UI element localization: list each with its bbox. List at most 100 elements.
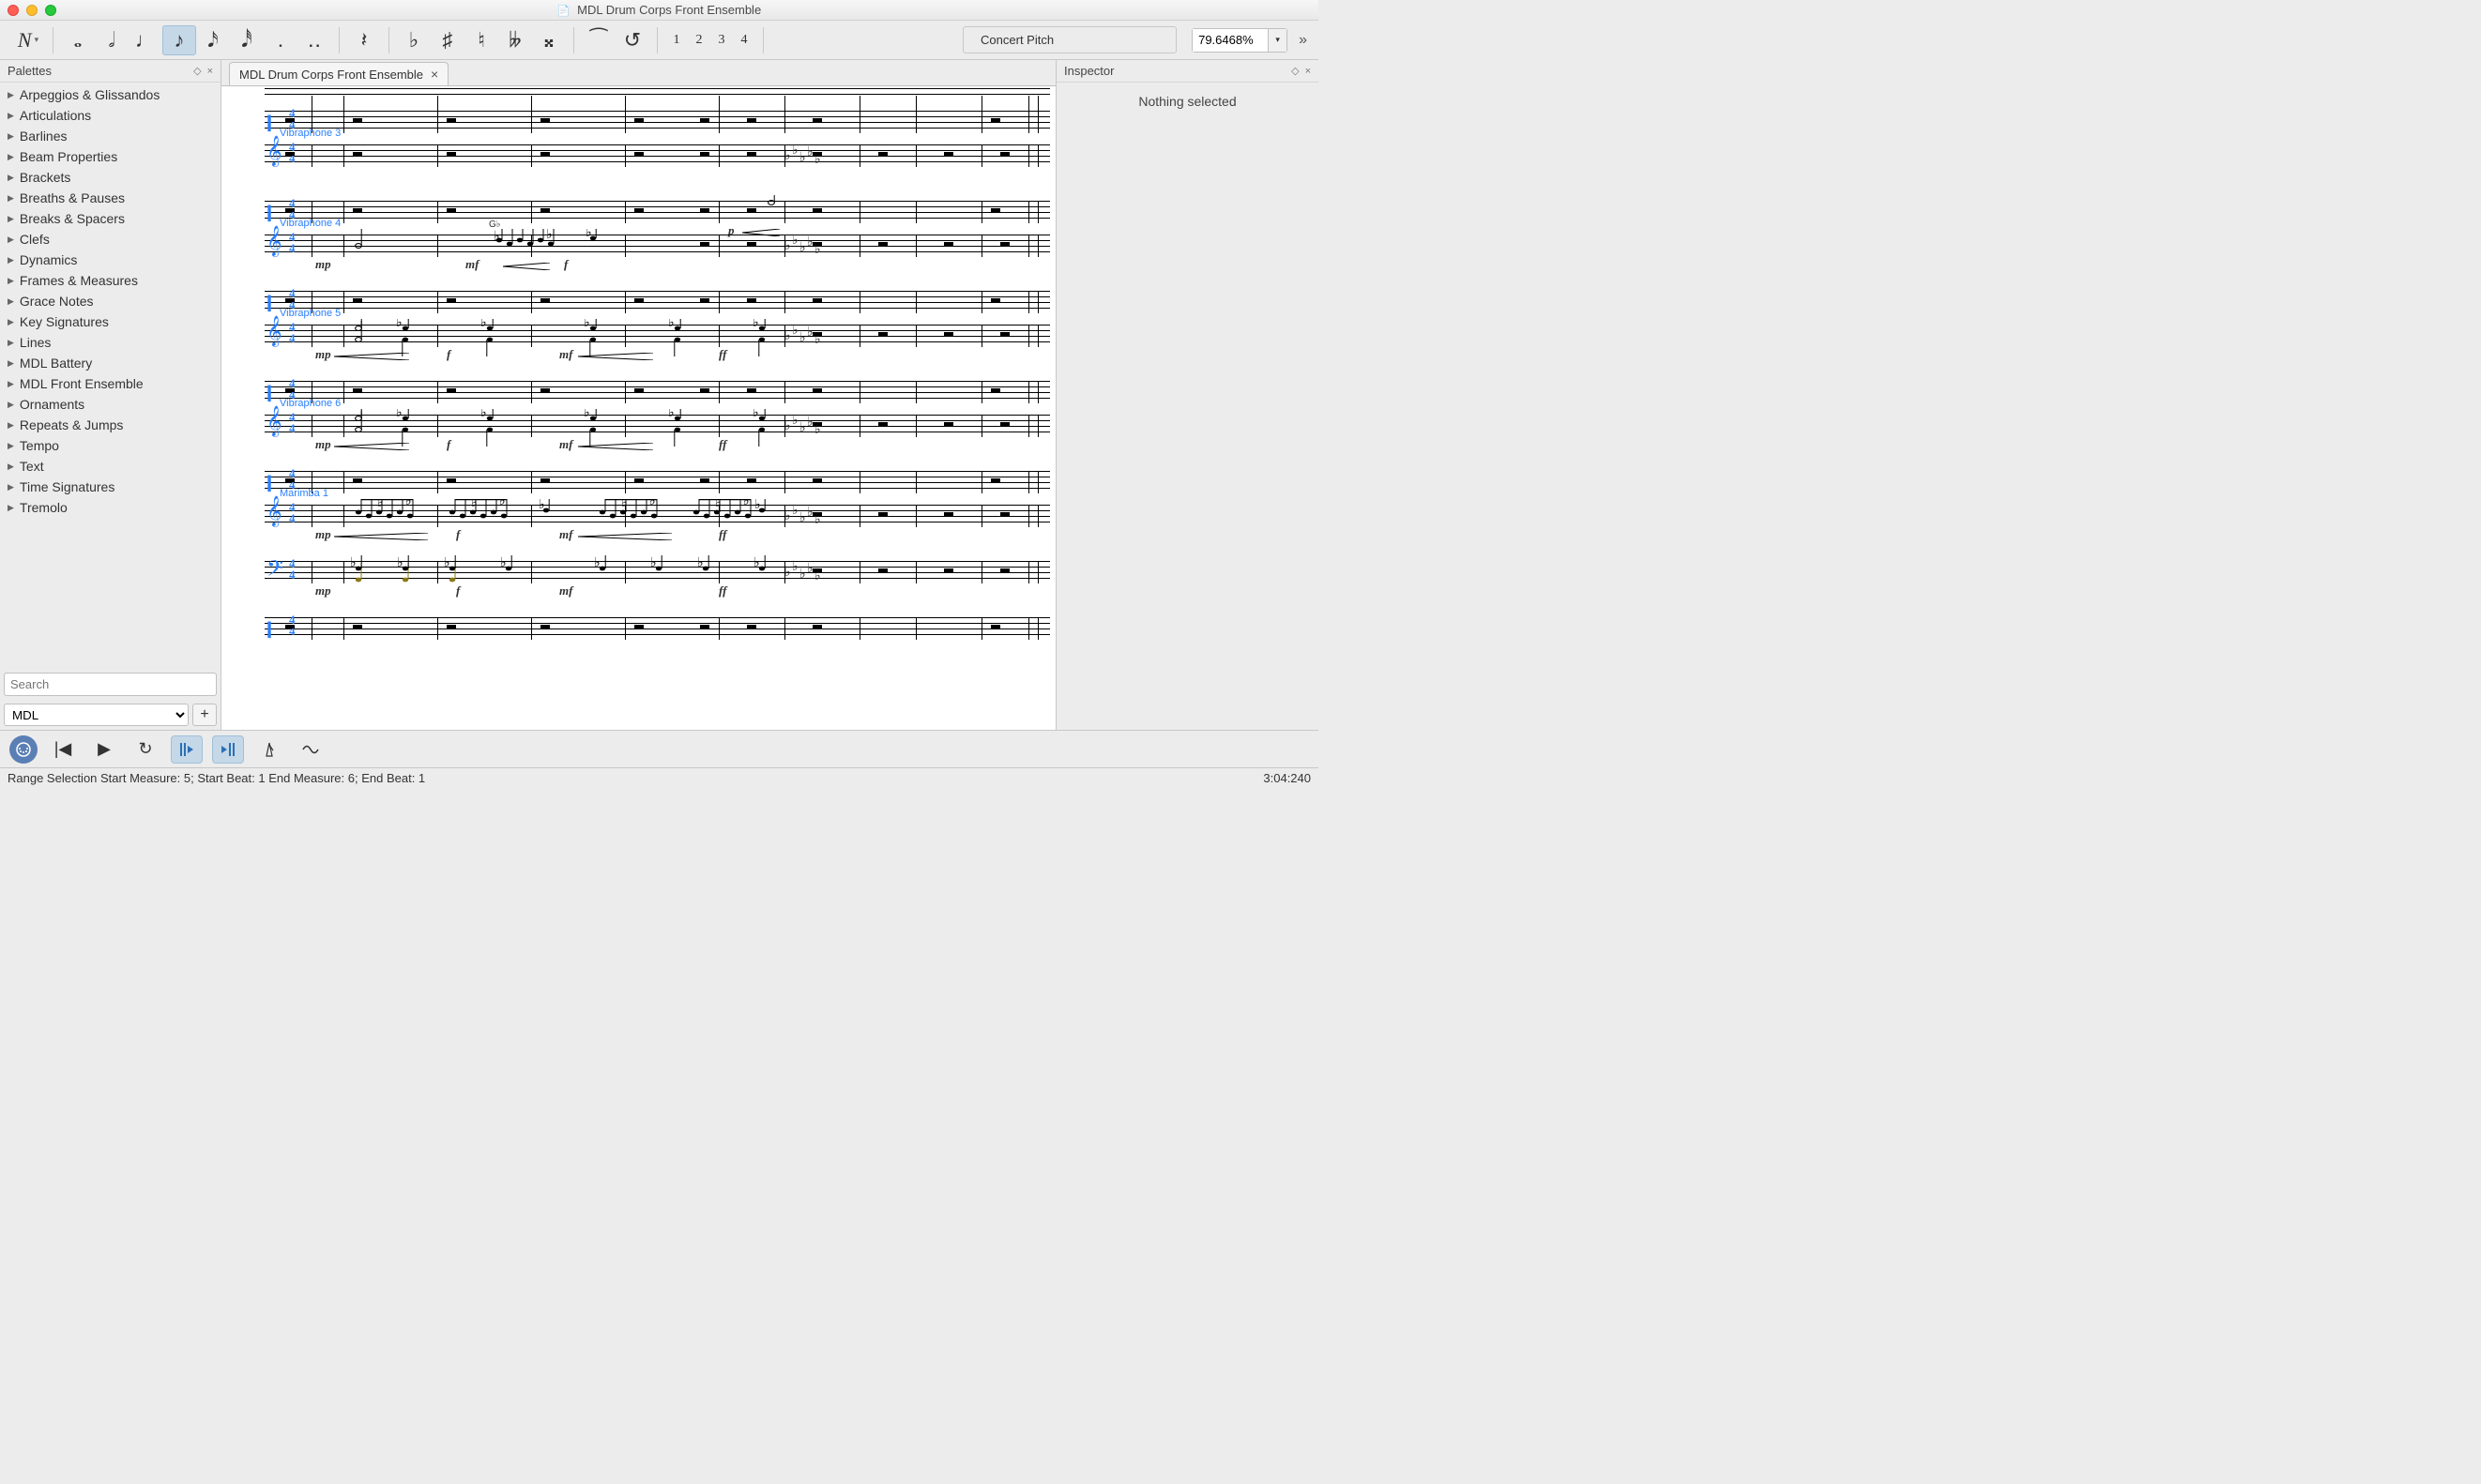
- close-icon[interactable]: ×: [207, 66, 213, 77]
- undock-icon[interactable]: ◇: [1291, 65, 1299, 77]
- close-icon[interactable]: ×: [1305, 66, 1311, 77]
- staff[interactable]: 𝄢44mpfmfff♭♭♭♭♭♭♭♭♭♭♭♭♭: [221, 555, 1056, 610]
- staff[interactable]: ||44: [221, 105, 1056, 137]
- palette-item[interactable]: ▶Tempo: [4, 435, 217, 456]
- toolbar-overflow-button[interactable]: »: [1295, 28, 1311, 53]
- staff[interactable]: 𝄞44Vibraphone 6mpfmfff♭♭♭♭♭♭>♭>♭>♭>♭>: [221, 409, 1056, 463]
- palette-item[interactable]: ▶Key Signatures: [4, 311, 217, 332]
- double-dot-button[interactable]: ‥: [297, 25, 331, 55]
- dot-button[interactable]: .: [264, 25, 297, 55]
- flat-button[interactable]: ♭: [397, 25, 431, 55]
- palette-item[interactable]: ▶MDL Front Ensemble: [4, 373, 217, 394]
- metronome-button[interactable]: [253, 735, 285, 764]
- tie-button[interactable]: ⁀: [582, 25, 616, 55]
- palette-item[interactable]: ▶Beam Properties: [4, 146, 217, 167]
- palette-item-label: Text: [20, 459, 44, 474]
- staff[interactable]: 𝄞44Vibraphone 5mpfmfff♭♭♭♭♭♭>♭>♭>♭>♭>: [221, 319, 1056, 373]
- palette-item[interactable]: ▶Breaks & Spacers: [4, 208, 217, 229]
- palette-list[interactable]: ▶Arpeggios & Glissandos▶Articulations▶Ba…: [0, 83, 221, 669]
- eighth-note-button[interactable]: ♪: [162, 25, 196, 55]
- svg-text:♭: ♭: [539, 499, 545, 512]
- voice-2-button[interactable]: 2: [688, 25, 710, 55]
- palette-item[interactable]: ▶Breaths & Pauses: [4, 188, 217, 208]
- staff[interactable]: ||44: [221, 285, 1056, 317]
- double-flat-button[interactable]: 𝄫: [498, 25, 532, 55]
- undock-icon[interactable]: ◇: [193, 65, 201, 77]
- svg-text:>: >: [676, 319, 682, 320]
- staff[interactable]: ||44p: [221, 195, 1056, 227]
- palette-item[interactable]: ▶Articulations: [4, 105, 217, 126]
- add-palette-button[interactable]: +: [192, 704, 217, 726]
- svg-text:♭: ♭: [754, 499, 761, 512]
- svg-text:♭: ♭: [480, 409, 487, 420]
- palette-item[interactable]: ▶Lines: [4, 332, 217, 353]
- flip-button[interactable]: ↺: [616, 25, 649, 55]
- staff[interactable]: 𝄞44Vibraphone 4G♭mpmff♭♭♭♭♭♭♭♭: [221, 229, 1056, 283]
- voice-3-button[interactable]: 3: [710, 25, 733, 55]
- voice-1-button[interactable]: 1: [665, 25, 688, 55]
- quarter-note-button[interactable]: ♩: [129, 25, 162, 55]
- loop-button[interactable]: ↻: [129, 735, 161, 764]
- palette-item[interactable]: ▶Tremolo: [4, 497, 217, 518]
- palette-item[interactable]: ▶Clefs: [4, 229, 217, 250]
- palette-item[interactable]: ▶MDL Battery: [4, 353, 217, 373]
- palette-workspace-select[interactable]: MDL: [4, 704, 189, 726]
- palette-item[interactable]: ▶Dynamics: [4, 250, 217, 270]
- staff[interactable]: 𝄞44Vibraphone 3♭♭♭♭♭: [221, 139, 1056, 193]
- tab-active-document[interactable]: MDL Drum Corps Front Ensemble ×: [229, 62, 449, 85]
- staff[interactable]: 𝄞44Marimba 1mpfmfff♭♭♭♭♭♭♭♭♭♭♭♭♭♭♭: [221, 499, 1056, 553]
- rest-button[interactable]: 𝄽: [347, 25, 381, 55]
- palette-item[interactable]: ▶Frames & Measures: [4, 270, 217, 291]
- natural-button[interactable]: ♮: [464, 25, 498, 55]
- chevron-right-icon: ▶: [8, 276, 14, 286]
- palette-item[interactable]: ▶Barlines: [4, 126, 217, 146]
- sharp-button[interactable]: ♯: [431, 25, 464, 55]
- double-sharp-button[interactable]: 𝄪: [532, 25, 566, 55]
- staff[interactable]: ||44: [221, 612, 1056, 644]
- rewind-button[interactable]: |◀: [47, 735, 79, 764]
- loop-in-button[interactable]: [171, 735, 203, 764]
- zoom-combo[interactable]: ▾: [1192, 28, 1287, 53]
- note-input-button[interactable]: N ▾: [11, 25, 45, 55]
- staff[interactable]: ||44: [221, 375, 1056, 407]
- palettes-title: Palettes: [8, 64, 52, 78]
- svg-text:♭: ♭: [499, 499, 506, 508]
- palette-item[interactable]: ▶Arpeggios & Glissandos: [4, 84, 217, 105]
- play-button[interactable]: ▶: [88, 735, 120, 764]
- voices-group: 1 2 3 4: [662, 25, 759, 55]
- count-in-button[interactable]: [295, 735, 327, 764]
- svg-text:♭: ♭: [405, 499, 412, 508]
- note-input-label: N: [18, 28, 32, 53]
- palette-item[interactable]: ▶Brackets: [4, 167, 217, 188]
- window-title-text: MDL Drum Corps Front Ensemble: [577, 3, 761, 17]
- palette-item-label: Brackets: [20, 170, 70, 185]
- zoom-input[interactable]: [1193, 29, 1268, 52]
- half-note-button[interactable]: 𝅗𝅥: [95, 25, 129, 55]
- thirtysecond-note-button[interactable]: 𝅘𝅥𝅰: [230, 25, 264, 55]
- palette-item[interactable]: ▶Repeats & Jumps: [4, 415, 217, 435]
- palette-item[interactable]: ▶Ornaments: [4, 394, 217, 415]
- status-bar: Range Selection Start Measure: 5; Start …: [0, 767, 1318, 788]
- concert-pitch-button[interactable]: Concert Pitch: [963, 26, 1177, 53]
- chevron-right-icon: ▶: [8, 338, 14, 348]
- window-title: 📄 MDL Drum Corps Front Ensemble: [0, 3, 1318, 17]
- loop-out-button[interactable]: [212, 735, 244, 764]
- chevron-right-icon: ▶: [8, 193, 14, 204]
- palette-item[interactable]: ▶Text: [4, 456, 217, 477]
- voice-4-button[interactable]: 4: [733, 25, 755, 55]
- inspector-title: Inspector: [1064, 64, 1114, 78]
- chevron-right-icon: ▶: [8, 255, 14, 265]
- midi-toggle-button[interactable]: [9, 735, 38, 764]
- palette-item-label: Tempo: [20, 438, 59, 453]
- palette-item-label: Articulations: [20, 108, 91, 123]
- whole-note-button[interactable]: 𝅝: [61, 25, 95, 55]
- svg-text:♭: ♭: [753, 556, 760, 570]
- staff[interactable]: ||44: [221, 465, 1056, 497]
- palette-search-input[interactable]: [4, 673, 217, 696]
- close-icon[interactable]: ×: [431, 67, 438, 82]
- sixteenth-note-button[interactable]: 𝅘𝅥𝅯: [196, 25, 230, 55]
- palette-item[interactable]: ▶Time Signatures: [4, 477, 217, 497]
- chevron-down-icon[interactable]: ▾: [1268, 29, 1286, 52]
- score-canvas[interactable]: ||44𝄞44Vibraphone 3♭♭♭♭♭||44p𝄞44Vibrapho…: [221, 86, 1056, 730]
- palette-item[interactable]: ▶Grace Notes: [4, 291, 217, 311]
